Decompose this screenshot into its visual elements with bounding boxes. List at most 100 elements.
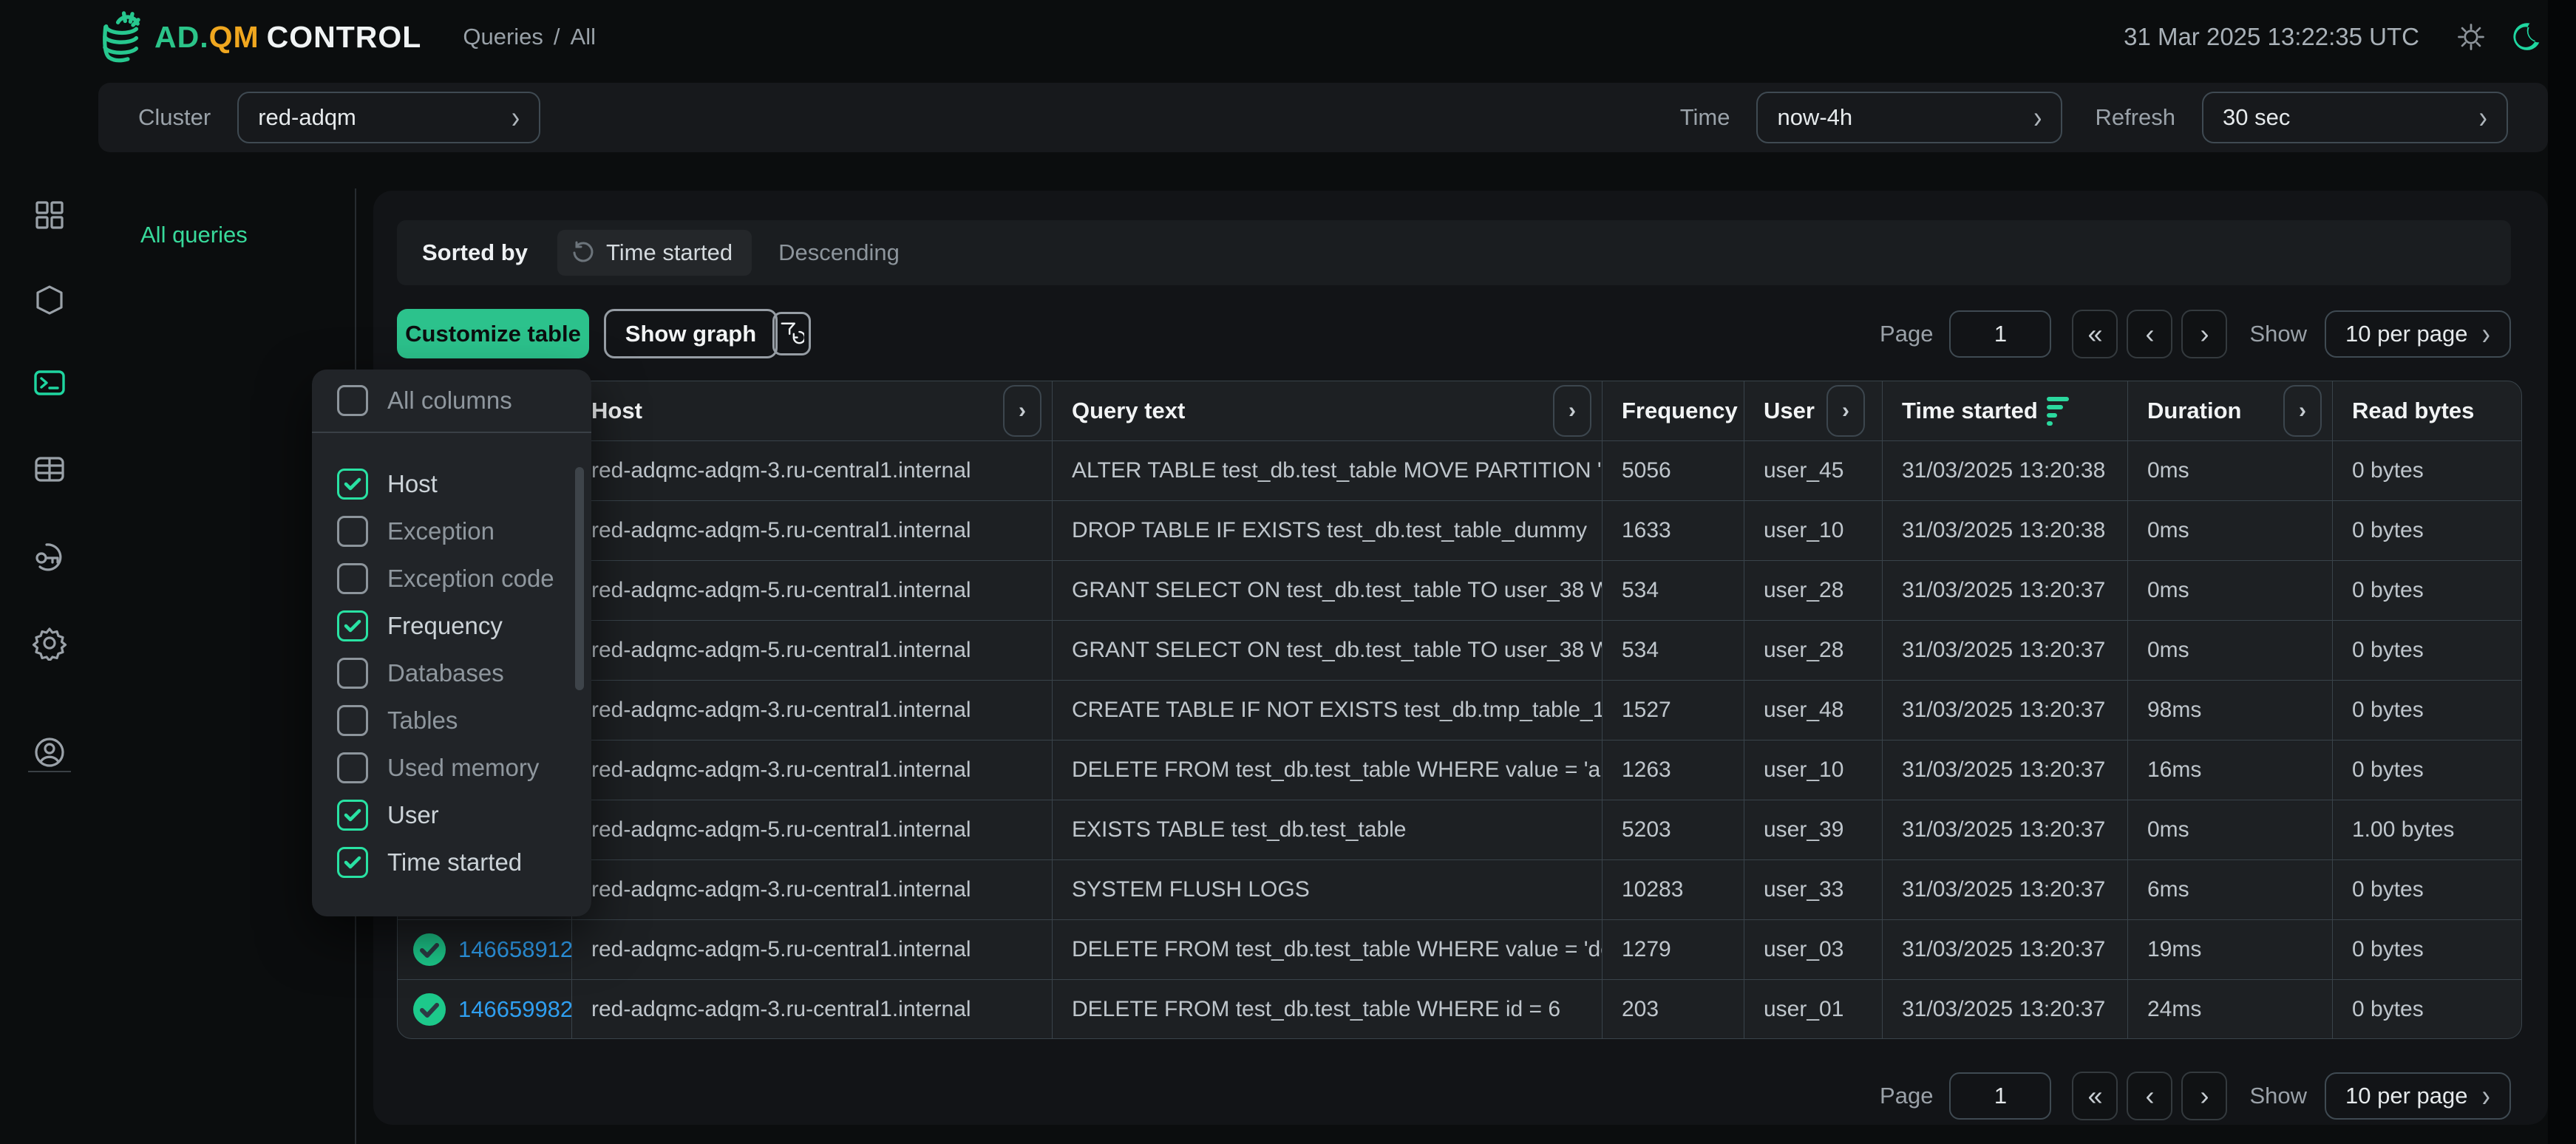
column-menu-item-label: Exception code — [387, 565, 554, 593]
time-range-select[interactable]: now-4h › — [1756, 92, 2062, 143]
column-menu-item-databases[interactable]: Databases — [312, 650, 591, 697]
time-label: Time — [1680, 104, 1730, 131]
current-datetime: 31 Mar 2025 13:22:35 UTC — [2124, 23, 2419, 51]
query-text-header-label: Query text — [1072, 398, 1185, 424]
duration-cell: 16ms — [2128, 740, 2333, 800]
column-menu-item-label: Frequency — [387, 612, 503, 640]
customize-table-button[interactable]: Customize table — [397, 309, 589, 358]
unchecked-checkbox[interactable] — [337, 658, 368, 689]
host-column-expand-button[interactable]: › — [1003, 385, 1041, 437]
query-id-link[interactable]: 146659982 — [458, 996, 572, 1023]
first-page-button[interactable]: « — [2072, 310, 2118, 358]
checked-checkbox[interactable] — [337, 469, 368, 500]
breadcrumb: Queries / All — [463, 24, 596, 50]
column-menu-item-host[interactable]: Host — [312, 460, 591, 508]
show-graph-button[interactable]: Show graph — [604, 309, 778, 358]
sidebar-item-all-queries[interactable]: All queries — [140, 222, 248, 248]
unchecked-checkbox[interactable] — [337, 516, 368, 547]
breadcrumb-page[interactable]: All — [571, 24, 596, 50]
column-menu-item-used-memory[interactable]: Used memory — [312, 744, 591, 791]
per-page-value: 10 per page — [2345, 321, 2467, 347]
user-column-expand-button[interactable]: › — [1826, 385, 1865, 437]
host-cell: red-adqmc-adqm-5.ru-central1.internal — [572, 800, 1053, 859]
query-text-column-expand-button[interactable]: › — [1553, 385, 1591, 437]
breadcrumb-separator: / — [554, 24, 560, 50]
read-bytes-cell: 0 bytes — [2333, 980, 2521, 1039]
page-number-input[interactable] — [1949, 1072, 2051, 1120]
all-columns-checkbox[interactable] — [337, 385, 368, 416]
checked-checkbox[interactable] — [337, 610, 368, 641]
host-cell: red-adqmc-adqm-5.ru-central1.internal — [572, 920, 1053, 979]
user-cell: user_45 — [1744, 441, 1883, 500]
cluster-select[interactable]: red-adqm › — [237, 92, 540, 143]
duration-column-expand-button[interactable]: › — [2283, 385, 2322, 437]
unchecked-checkbox[interactable] — [337, 563, 368, 594]
read-bytes-cell: 0 bytes — [2333, 860, 2521, 919]
chevron-right-icon: › — [2479, 102, 2487, 134]
checked-checkbox[interactable] — [337, 800, 368, 831]
unchecked-checkbox[interactable] — [337, 752, 368, 783]
per-page-select[interactable]: 10 per page › — [2325, 310, 2511, 358]
host-cell: red-adqmc-adqm-3.ru-central1.internal — [572, 441, 1053, 500]
sort-direction-label[interactable]: Descending — [778, 239, 900, 266]
next-page-button[interactable]: › — [2181, 1072, 2227, 1120]
rail-divider — [28, 771, 71, 772]
table-row: red-adqmc-adqm-5.ru-central1.internalGRA… — [398, 620, 2521, 680]
tables-icon[interactable] — [32, 452, 67, 487]
query-id-cell: 146659982 — [398, 980, 572, 1039]
moon-dark-theme-icon[interactable] — [2509, 21, 2542, 53]
checked-checkbox[interactable] — [337, 847, 368, 878]
column-menu-item-time-started[interactable]: Time started — [312, 839, 591, 886]
per-page-select[interactable]: 10 per page › — [2325, 1072, 2511, 1120]
time-started-cell: 31/03/2025 13:20:37 — [1883, 561, 2128, 620]
keys-icon[interactable] — [32, 539, 67, 574]
time-started-header[interactable]: Time started — [1883, 381, 2128, 440]
refresh-interval-select[interactable]: 30 sec › — [2202, 92, 2508, 143]
prev-page-button[interactable]: ‹ — [2127, 1072, 2172, 1120]
prev-page-button[interactable]: ‹ — [2127, 310, 2172, 358]
menu-scrollbar-thumb[interactable] — [575, 467, 584, 690]
app-logo[interactable]: AD.QMCONTROL — [98, 7, 421, 67]
user-cell: user_48 — [1744, 681, 1883, 740]
frequency-header-label: Frequency — [1622, 398, 1738, 424]
time-started-header-label: Time started — [1902, 398, 2038, 424]
unchecked-checkbox[interactable] — [337, 705, 368, 736]
next-page-button[interactable]: › — [2181, 310, 2227, 358]
filter-reset-button[interactable] — [772, 312, 811, 355]
frequency-cell: 5203 — [1603, 800, 1744, 859]
reset-sort-icon[interactable] — [571, 241, 594, 265]
query-text-cell: DROP TABLE IF EXISTS test_db.test_table_… — [1053, 501, 1603, 560]
column-menu-item-frequency[interactable]: Frequency — [312, 602, 591, 650]
table-row: red-adqmc-adqm-3.ru-central1.internalCRE… — [398, 680, 2521, 740]
table-row: 146658912red-adqmc-adqm-5.ru-central1.in… — [398, 919, 2521, 979]
column-menu-item-user[interactable]: User — [312, 791, 591, 839]
duration-cell: 19ms — [2128, 920, 2333, 979]
column-menu-item-exception-code[interactable]: Exception code — [312, 555, 591, 602]
page-number-input[interactable] — [1949, 310, 2051, 358]
sort-field-chip[interactable]: Time started — [557, 230, 752, 276]
dashboard-icon[interactable] — [32, 197, 67, 233]
table-row: red-adqmc-adqm-5.ru-central1.internalDRO… — [398, 500, 2521, 560]
query-id-link[interactable]: 146658912 — [458, 936, 572, 963]
time-started-cell: 31/03/2025 13:20:37 — [1883, 920, 2128, 979]
profile-icon[interactable] — [32, 735, 67, 770]
first-page-button[interactable]: « — [2072, 1072, 2118, 1120]
column-menu-item-label: Tables — [387, 707, 458, 735]
cluster-hexagon-icon[interactable] — [32, 282, 67, 318]
column-menu-item-tables[interactable]: Tables — [312, 697, 591, 744]
chevron-right-icon: › — [2482, 319, 2490, 350]
host-cell: red-adqmc-adqm-5.ru-central1.internal — [572, 501, 1053, 560]
table-row: red-adqmc-adqm-5.ru-central1.internalGRA… — [398, 560, 2521, 620]
sun-light-theme-icon[interactable] — [2455, 21, 2487, 53]
column-menu-item-exception[interactable]: Exception — [312, 508, 591, 555]
breadcrumb-section[interactable]: Queries — [463, 24, 543, 50]
settings-gear-icon[interactable] — [32, 625, 67, 661]
top-header: AD.QMCONTROL Queries / All 31 Mar 2025 1… — [0, 0, 2548, 74]
queries-terminal-icon-active[interactable] — [32, 365, 67, 401]
duration-cell: 0ms — [2128, 800, 2333, 859]
all-columns-item[interactable]: All columns — [312, 370, 591, 432]
read-bytes-cell: 0 bytes — [2333, 681, 2521, 740]
frequency-cell: 1527 — [1603, 681, 1744, 740]
frequency-cell: 534 — [1603, 621, 1744, 680]
time-started-cell: 31/03/2025 13:20:38 — [1883, 441, 2128, 500]
